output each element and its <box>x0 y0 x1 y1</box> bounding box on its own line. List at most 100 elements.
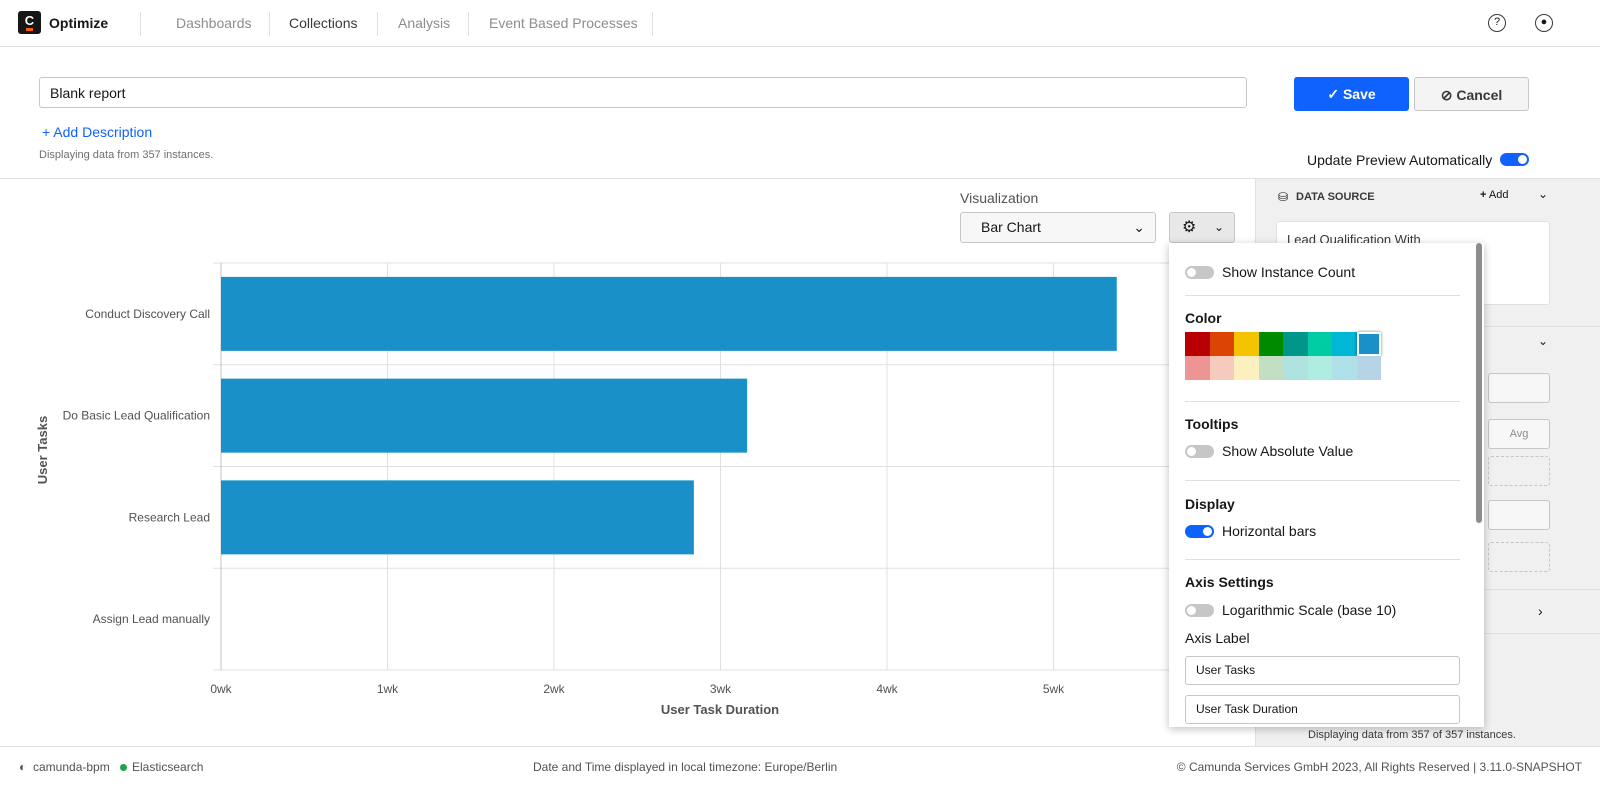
show-instance-count-toggle[interactable] <box>1185 266 1214 279</box>
x-tick-label: 2wk <box>543 682 565 696</box>
add-label: Add <box>1488 189 1509 201</box>
add-data-source-button[interactable]: + Add <box>1480 189 1508 201</box>
check-icon: ✓ <box>1327 86 1343 102</box>
x-tick-label: 1wk <box>377 682 399 696</box>
gear-icon: ⚙ <box>1182 219 1197 236</box>
avg-button[interactable]: Avg <box>1488 419 1550 449</box>
chevron-right-icon[interactable]: › <box>1538 603 1543 619</box>
y-axis-label-input[interactable]: User Tasks <box>1185 656 1460 685</box>
top-nav: C Optimize Dashboards Collections Analys… <box>0 0 1600 47</box>
show-absolute-value-toggle[interactable] <box>1185 445 1214 458</box>
popover-scrollbar[interactable] <box>1476 243 1482 523</box>
y-tick-label: Assign Lead manually <box>93 612 210 626</box>
data-source-title: DATA SOURCE <box>1296 191 1375 203</box>
divider <box>269 12 270 36</box>
bar <box>221 480 694 555</box>
view-select[interactable] <box>1488 373 1550 403</box>
color-swatch[interactable] <box>1332 332 1357 356</box>
color-swatch[interactable] <box>1234 356 1259 380</box>
chart-settings-popover: Show Instance Count Color Tooltips Show … <box>1169 243 1484 727</box>
instances-text: Displaying data from 357 instances. <box>39 149 214 161</box>
nav-collections[interactable]: Collections <box>289 15 357 31</box>
color-swatch[interactable] <box>1356 356 1381 380</box>
color-swatch[interactable] <box>1209 356 1234 380</box>
x-tick-label: 4wk <box>876 682 898 696</box>
chevron-down-icon[interactable]: ⌄ <box>1538 334 1548 348</box>
horizontal-bars-label: Horizontal bars <box>1222 523 1317 539</box>
timezone-text: Date and Time displayed in local timezon… <box>533 760 838 774</box>
x-axis-label: User Task Duration <box>660 702 780 717</box>
y-tick-label: Conduct Discovery Call <box>85 307 210 321</box>
nav-event-based-processes[interactable]: Event Based Processes <box>489 15 638 31</box>
y-axis-label: User Tasks <box>35 415 50 485</box>
database-name: Elasticsearch <box>132 760 204 774</box>
color-swatch[interactable] <box>1258 356 1283 380</box>
color-swatch[interactable] <box>1258 332 1283 356</box>
divider <box>468 12 469 36</box>
axis-label-heading: Axis Label <box>1185 630 1250 646</box>
engine-name: camunda-bpm <box>33 760 110 774</box>
color-swatch[interactable] <box>1234 332 1259 356</box>
database-icon: ⛁ <box>1278 190 1289 204</box>
add-description-link[interactable]: + Add Description <box>42 124 152 140</box>
bar <box>221 276 1117 351</box>
tooltips-heading: Tooltips <box>1185 416 1239 432</box>
visualization-label: Visualization <box>960 190 1039 206</box>
y-tick-label: Do Basic Lead Qualification <box>63 409 210 423</box>
app-name[interactable]: Optimize <box>49 15 108 31</box>
x-tick-label: 3wk <box>710 682 732 696</box>
log-scale-label: Logarithmic Scale (base 10) <box>1222 602 1397 618</box>
divider <box>1185 480 1460 481</box>
save-label: Save <box>1342 86 1376 102</box>
divider <box>1185 295 1460 296</box>
x-tick-label: 0wk <box>210 682 232 696</box>
camunda-logo: C <box>18 11 41 34</box>
divider <box>140 12 141 36</box>
chevron-down-icon: ⌄ <box>1213 220 1224 234</box>
add-filter-area[interactable] <box>1488 542 1550 572</box>
color-swatch[interactable] <box>1185 356 1210 380</box>
color-heading: Color <box>1185 310 1222 326</box>
horizontal-bars-toggle[interactable] <box>1185 525 1214 538</box>
color-swatch[interactable] <box>1356 332 1381 356</box>
save-button[interactable]: ✓ Save <box>1294 77 1409 111</box>
color-swatch[interactable] <box>1283 356 1308 380</box>
copyright-text: © Camunda Services GmbH 2023, All Rights… <box>1176 760 1582 774</box>
update-preview-toggle[interactable] <box>1500 153 1529 166</box>
update-preview-label: Update Preview Automatically <box>1307 152 1493 168</box>
nav-analysis[interactable]: Analysis <box>398 15 450 31</box>
visualization-select[interactable]: Bar Chart ⌄ <box>960 212 1156 243</box>
panel-instances-text: Displaying data from 357 of 357 instance… <box>1308 729 1516 741</box>
plus-icon: + <box>1480 189 1487 201</box>
footer: ◐ camunda-bpm Elasticsearch Date and Tim… <box>0 746 1600 800</box>
color-swatch[interactable] <box>1307 332 1332 356</box>
group-select[interactable] <box>1488 456 1550 486</box>
show-absolute-value-label: Show Absolute Value <box>1222 443 1354 459</box>
user-circle-icon[interactable]: ● <box>1535 14 1553 32</box>
x-tick-label: 5wk <box>1043 682 1065 696</box>
report-title-input[interactable] <box>39 77 1247 108</box>
x-axis-label-input[interactable]: User Task Duration <box>1185 695 1460 724</box>
divider <box>377 12 378 36</box>
cancel-label: Cancel <box>1456 87 1503 103</box>
color-swatch[interactable] <box>1283 332 1308 356</box>
cancel-button[interactable]: ⊘ Cancel <box>1414 77 1529 111</box>
color-swatch[interactable] <box>1209 332 1234 356</box>
log-scale-toggle[interactable] <box>1185 604 1214 617</box>
divider <box>1185 401 1460 402</box>
color-swatch[interactable] <box>1185 332 1210 356</box>
bar <box>221 378 748 453</box>
divider <box>652 12 653 36</box>
engine-icon: ◐ <box>19 760 27 774</box>
axis-settings-heading: Axis Settings <box>1185 574 1274 590</box>
color-swatch[interactable] <box>1307 356 1332 380</box>
chevron-down-icon[interactable]: ⌄ <box>1538 187 1548 201</box>
question-circle-icon[interactable]: ? <box>1488 14 1506 32</box>
chart-settings-button[interactable]: ⚙ ⌄ <box>1169 212 1235 243</box>
cancel-icon: ⊘ <box>1440 87 1457 103</box>
nav-dashboards[interactable]: Dashboards <box>176 15 252 31</box>
color-swatch[interactable] <box>1332 356 1357 380</box>
display-heading: Display <box>1185 496 1235 512</box>
show-instance-count-label: Show Instance Count <box>1222 264 1356 280</box>
distribute-select[interactable] <box>1488 500 1550 530</box>
